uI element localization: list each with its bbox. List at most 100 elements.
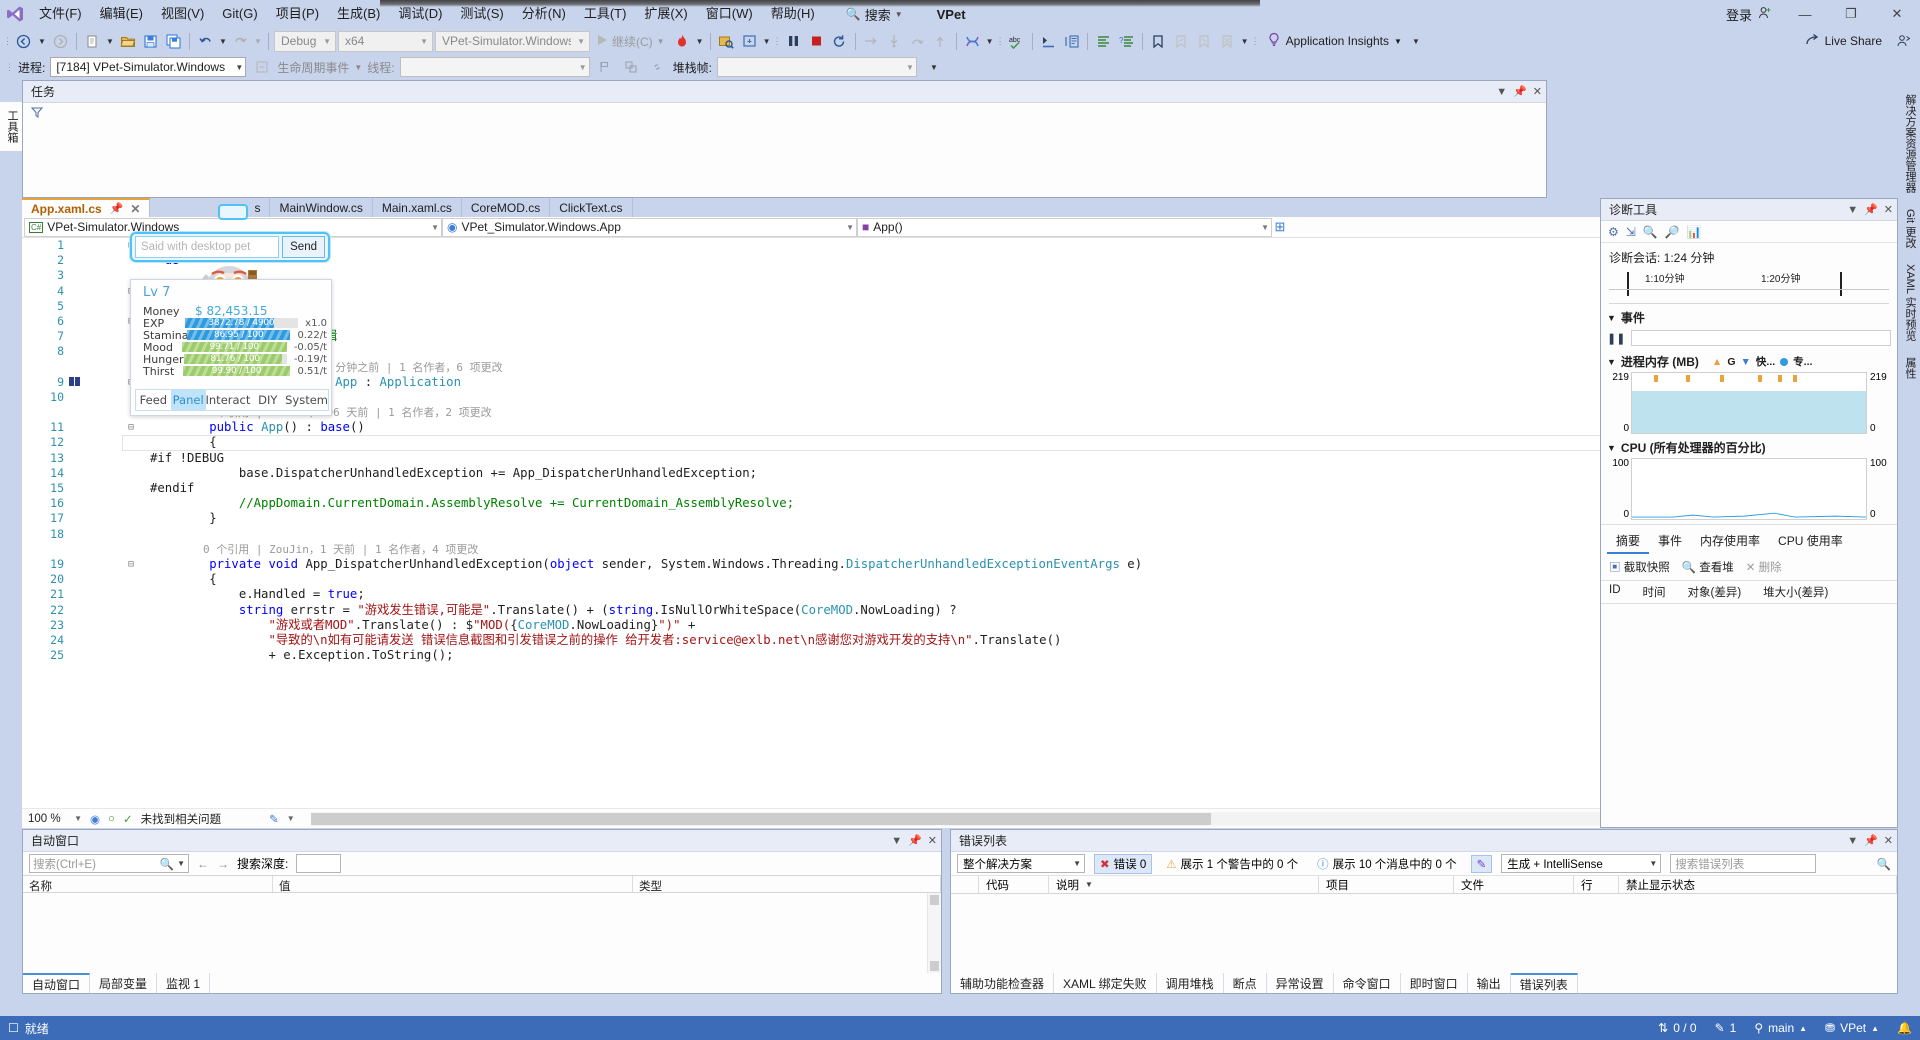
filter-icon[interactable] <box>31 106 43 121</box>
grid-col-objects[interactable]: 对象(差异) <box>1688 584 1742 600</box>
close-icon[interactable]: ✕ <box>1884 834 1893 847</box>
stop-icon[interactable] <box>806 30 827 52</box>
step-group-dropdown-icon[interactable]: ▼ <box>762 30 772 52</box>
chart-icon[interactable]: 📊 <box>1687 225 1702 239</box>
dock-tab-immediate-window[interactable]: 即时窗口 <box>1401 973 1468 993</box>
class-selector[interactable]: ◉ VPet_Simulator.Windows.App ▼ <box>442 218 857 237</box>
pin-icon[interactable]: 📌 <box>1864 834 1878 847</box>
arrow-right-icon[interactable]: → <box>217 857 229 871</box>
save-all-icon[interactable] <box>163 30 184 52</box>
editor-zoom-selector[interactable]: 100 % ▼ <box>28 813 82 825</box>
diagnostics-events-header[interactable]: ▼ 事件 <box>1601 304 1897 328</box>
git-branch[interactable]: ⚲ main ▲ <box>1754 1021 1807 1035</box>
dock-tab-breakpoints[interactable]: 断点 <box>1224 973 1267 993</box>
pause-icon[interactable] <box>783 30 804 52</box>
sidebar-item-git-changes[interactable]: Git 更改 <box>1898 201 1920 256</box>
menu-view[interactable]: 视图(V) <box>152 1 213 27</box>
autos-vertical-scrollbar[interactable] <box>927 893 941 973</box>
toolbar-overflow-icon[interactable]: ▼ <box>1410 30 1422 52</box>
message-filter-chip[interactable]: ⓘ 展示 10 个消息中的 0 个 <box>1312 855 1461 873</box>
toolbar-grip[interactable]: ⋮ <box>4 32 11 50</box>
restart-icon[interactable] <box>829 30 850 52</box>
pin-icon[interactable]: 📌 <box>1864 203 1878 216</box>
sidebar-item-xaml-live-preview[interactable]: XAML 实时预览 <box>1898 256 1920 349</box>
new-item-icon[interactable] <box>82 30 103 52</box>
pin-icon[interactable]: 📌 <box>110 202 124 215</box>
tab-main-xaml-cs[interactable]: Main.xaml.cs <box>373 198 462 217</box>
grid-col-heapsize[interactable]: 堆大小(差异) <box>1763 584 1828 600</box>
error-col-suppression[interactable]: 禁止显示状态 <box>1619 876 1897 894</box>
magnifier-icon[interactable]: 🔍 <box>160 857 174 871</box>
sidebar-item-properties[interactable]: 属性 <box>1898 349 1920 387</box>
vpet-send-button[interactable]: Send <box>282 236 325 258</box>
bookmark-icon[interactable] <box>1148 30 1169 52</box>
scrollbar-thumb[interactable] <box>311 813 1211 825</box>
close-icon[interactable]: ✕ <box>928 834 937 847</box>
indent-icon[interactable] <box>1038 30 1059 52</box>
step-group-icon[interactable] <box>739 30 760 52</box>
memory-graph[interactable] <box>1631 372 1867 434</box>
autos-col-name[interactable]: 名称 <box>23 876 273 892</box>
chevron-down-icon[interactable]: ▼ <box>891 835 902 847</box>
error-search-icon[interactable]: 🔍 <box>1877 857 1891 871</box>
stackframe-selector[interactable]: ▼ <box>717 57 917 77</box>
vpet-button-diy[interactable]: DIY <box>250 390 285 410</box>
attach-process-icon[interactable] <box>716 30 737 52</box>
diagnostics-timeline[interactable]: 1:10分钟 1:20分钟 <box>1609 270 1889 304</box>
notifications-button[interactable]: 🔔 <box>1897 1021 1912 1035</box>
cpu-graph[interactable] <box>1631 458 1867 520</box>
vpet-chat-input[interactable]: Said with desktop pet <box>135 236 279 258</box>
menu-file[interactable]: 文件(F) <box>30 1 91 27</box>
hot-reload-dropdown-icon[interactable]: ▼ <box>695 30 705 52</box>
toolbar-grip[interactable]: ⋮ <box>1252 32 1259 50</box>
toolbar-grip[interactable]: ⋮ <box>997 32 1004 50</box>
menu-edit[interactable]: 编辑(E) <box>91 1 152 27</box>
triangle-down-icon[interactable]: ▼ <box>1607 313 1616 323</box>
error-col-icon[interactable] <box>951 876 979 894</box>
vpet-button-feed[interactable]: Feed <box>136 390 171 410</box>
autos-depth-input[interactable] <box>296 854 341 873</box>
vpet-button-system[interactable]: System <box>285 390 328 410</box>
error-col-project[interactable]: 项目 <box>1319 876 1454 894</box>
arrow-left-icon[interactable]: ← <box>197 857 209 871</box>
triangle-down-icon[interactable]: ▼ <box>1607 443 1616 453</box>
chevron-down-icon[interactable]: ▼ <box>1847 835 1858 847</box>
member-selector[interactable]: ■ App() ▼ <box>857 218 1272 237</box>
dock-tab-locals[interactable]: 局部变量 <box>90 973 157 993</box>
select-tool-icon[interactable]: ⇲ <box>1626 225 1636 239</box>
chevron-down-icon[interactable]: ▼ <box>177 859 185 868</box>
error-col-description[interactable]: 说明 ▼ <box>1049 876 1319 894</box>
startup-project-selector[interactable]: VPet-Simulator.Windows ▼ <box>435 31 590 52</box>
pencil-icon[interactable]: ✎ <box>269 812 279 826</box>
view-heap-button[interactable]: 🔍 查看堆 <box>1682 559 1734 575</box>
spellcheck-abc-icon[interactable]: abc <box>1006 30 1027 52</box>
editor-horizontal-scrollbar[interactable] <box>311 812 1702 826</box>
undo-icon[interactable] <box>195 30 216 52</box>
fold-toggle-icon[interactable]: ⊟ <box>126 557 136 572</box>
error-build-filter[interactable]: 生成 + IntelliSense ▼ <box>1501 854 1661 873</box>
sign-in-button[interactable]: 登录 <box>1716 5 1782 24</box>
comment-icon[interactable] <box>1061 30 1082 52</box>
outdent-icon[interactable]: ? <box>1116 30 1137 52</box>
platform-selector[interactable]: x64 ▼ <box>338 31 433 52</box>
dock-tab-output[interactable]: 输出 <box>1468 973 1511 993</box>
source-control-changes[interactable]: ⇅ 0 / 0 <box>1658 1021 1696 1035</box>
dock-tab-xaml-binding-failures[interactable]: XAML 绑定失败 <box>1054 973 1157 993</box>
autos-search-input[interactable]: 搜索(Ctrl+E) 🔍 ▼ <box>29 854 189 873</box>
chevron-down-icon[interactable]: ▼ <box>1847 204 1858 216</box>
hot-reload-alt-icon[interactable] <box>962 30 983 52</box>
dock-tab-call-stack[interactable]: 调用堆栈 <box>1157 973 1224 993</box>
fold-toggle-icon[interactable]: ⊟ <box>126 420 136 435</box>
tab-coremod-cs[interactable]: CoreMOD.cs <box>462 198 550 217</box>
zoom-out-icon[interactable]: 🔎 <box>1665 225 1680 239</box>
vpet-button-panel[interactable]: Panel <box>171 390 206 410</box>
align-icon[interactable] <box>1093 30 1114 52</box>
live-share-button[interactable]: Live Share <box>1799 33 1888 50</box>
debugbar-overflow-icon[interactable]: ▼ <box>928 56 940 78</box>
thread-selector[interactable]: ▼ <box>400 57 590 77</box>
pin-icon[interactable]: 📌 <box>908 834 922 847</box>
error-col-file[interactable]: 文件 <box>1454 876 1574 894</box>
error-col-code[interactable]: 代码 <box>979 876 1049 894</box>
take-snapshot-button[interactable]: ▣ 截取快照 <box>1609 559 1670 575</box>
error-nav-icon[interactable]: ◉ <box>90 812 100 826</box>
